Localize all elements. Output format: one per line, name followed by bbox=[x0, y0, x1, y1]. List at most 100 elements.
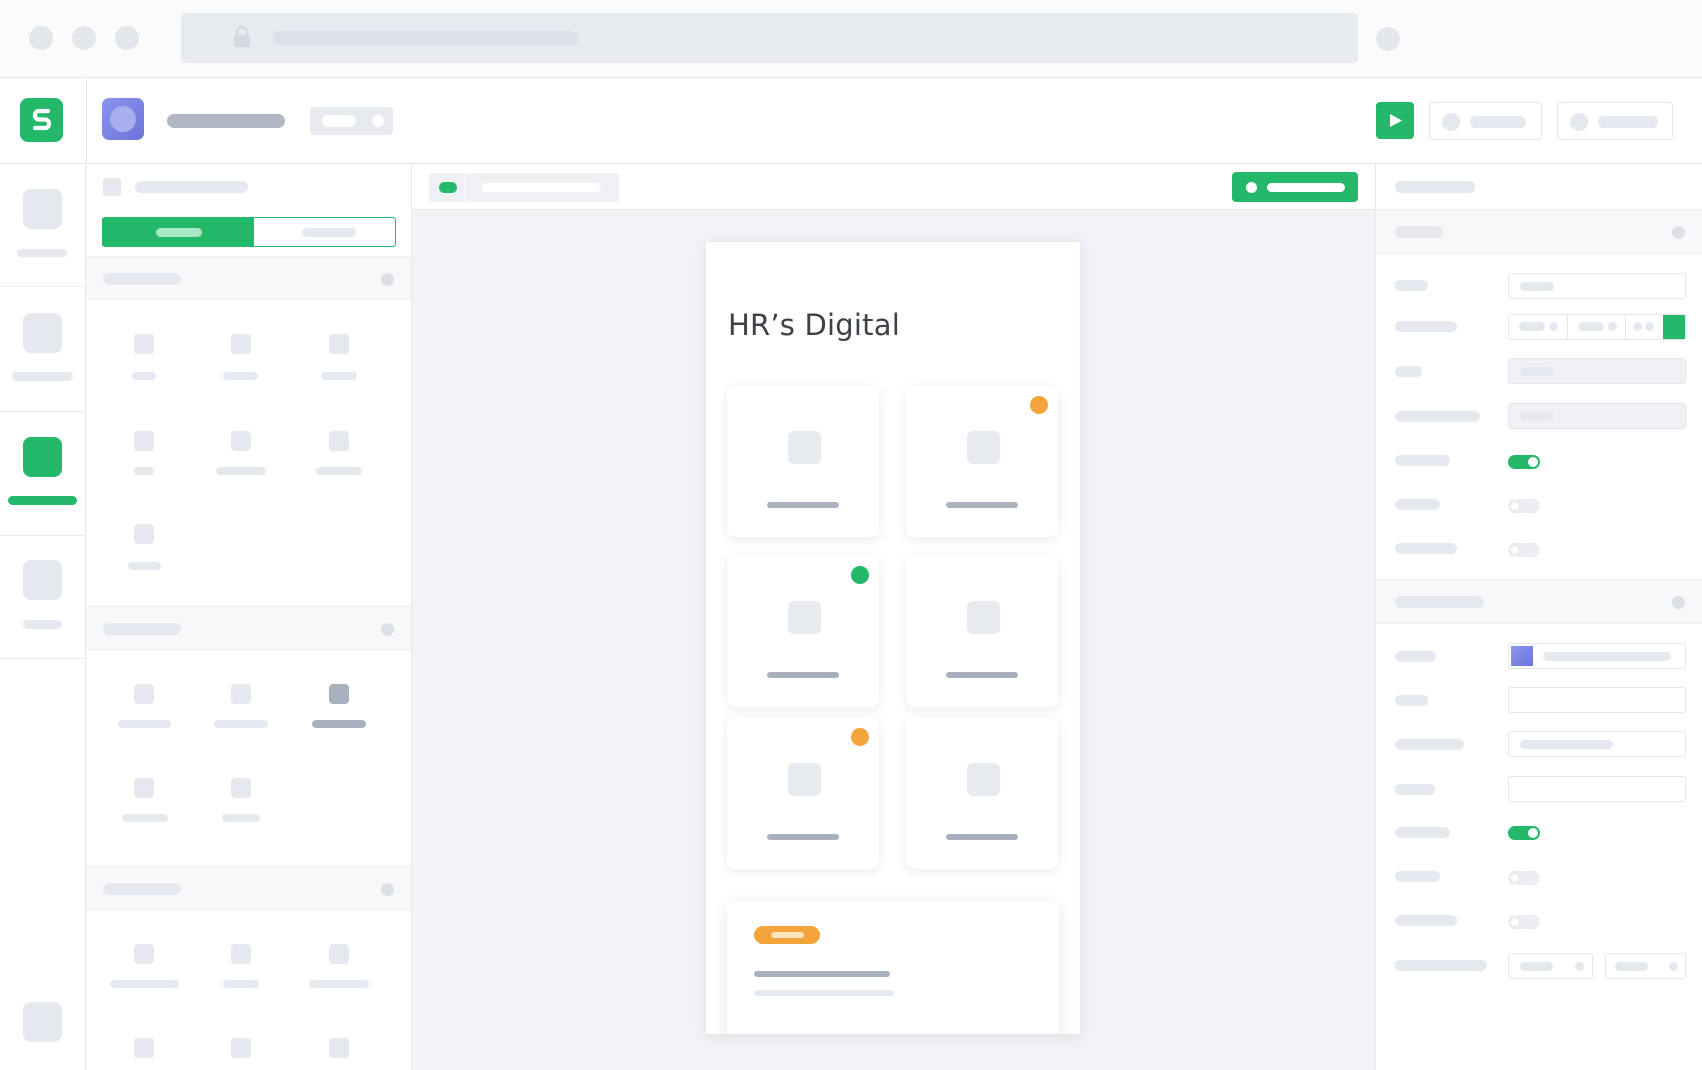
share-button[interactable] bbox=[1429, 102, 1542, 140]
tab-layouts[interactable] bbox=[254, 218, 395, 246]
workspace-avatar[interactable] bbox=[102, 98, 144, 140]
play-button[interactable] bbox=[1376, 102, 1414, 139]
dropdown-select-2[interactable] bbox=[1605, 953, 1686, 979]
rail-item-data-label bbox=[17, 249, 67, 257]
rail-item-components-icon[interactable] bbox=[23, 437, 62, 477]
color-picker-field[interactable] bbox=[1508, 643, 1686, 669]
component-tile-icon[interactable] bbox=[134, 431, 154, 451]
tile-card[interactable] bbox=[906, 386, 1058, 537]
section-info-icon bbox=[381, 883, 394, 896]
setting-toggle-3[interactable] bbox=[1508, 543, 1540, 557]
rail-item-help-icon[interactable] bbox=[23, 1002, 62, 1042]
component-tile-icon[interactable] bbox=[231, 1038, 251, 1058]
properties-title bbox=[1395, 181, 1475, 193]
component-tile-icon[interactable] bbox=[231, 778, 251, 798]
component-tile-icon[interactable] bbox=[231, 334, 251, 354]
mobile-preview-frame: HR’s Digital bbox=[706, 242, 1080, 1034]
stacker-logo-icon[interactable] bbox=[20, 98, 63, 142]
address-bar[interactable] bbox=[181, 13, 1358, 63]
page-status-indicator bbox=[439, 182, 457, 193]
tile-card[interactable] bbox=[906, 556, 1058, 707]
component-tile-icon[interactable] bbox=[231, 944, 251, 964]
component-tile-icon[interactable] bbox=[134, 1038, 154, 1058]
tile-card[interactable] bbox=[727, 718, 879, 869]
browser-chrome bbox=[0, 0, 1702, 78]
component-tile-icon[interactable] bbox=[329, 944, 349, 964]
section-info-icon bbox=[381, 623, 394, 636]
lock-icon bbox=[233, 25, 251, 48]
browser-extension-icon[interactable] bbox=[1376, 27, 1400, 51]
text-input-empty[interactable] bbox=[1508, 776, 1686, 802]
setting-toggle-1[interactable] bbox=[1508, 455, 1540, 469]
component-tile-icon[interactable] bbox=[329, 334, 349, 354]
layout-option-3[interactable] bbox=[1626, 315, 1685, 339]
publish-button[interactable] bbox=[1232, 172, 1358, 202]
component-tile-icon[interactable] bbox=[134, 684, 154, 704]
notification-badge bbox=[851, 566, 869, 584]
component-tile-icon[interactable] bbox=[231, 684, 251, 704]
text-input[interactable] bbox=[1508, 731, 1686, 757]
tile-icon bbox=[788, 601, 821, 634]
notification-badge bbox=[851, 728, 869, 746]
component-tile-icon[interactable] bbox=[134, 944, 154, 964]
panel-tab-switch bbox=[102, 217, 396, 247]
section-info-icon bbox=[1672, 596, 1685, 609]
section-info-icon bbox=[381, 273, 394, 286]
window-maximize-button[interactable] bbox=[115, 26, 139, 50]
canvas-toolbar bbox=[412, 164, 1375, 210]
rail-item-users-label bbox=[23, 620, 62, 629]
url-text bbox=[273, 31, 579, 46]
component-tile-icon[interactable] bbox=[231, 431, 251, 451]
screen-title: HR’s Digital bbox=[728, 308, 900, 342]
component-tile-icon-hovered[interactable] bbox=[329, 684, 349, 704]
tile-card[interactable] bbox=[727, 386, 879, 537]
section-header-general[interactable] bbox=[1376, 209, 1702, 254]
section-header-appearance[interactable] bbox=[1376, 579, 1702, 624]
filter-field[interactable] bbox=[1508, 403, 1686, 429]
tile-icon bbox=[788, 763, 821, 796]
section-info-icon bbox=[1672, 226, 1685, 239]
setting-toggle-4[interactable] bbox=[1508, 826, 1540, 840]
component-tile-icon[interactable] bbox=[134, 524, 154, 544]
settings-button[interactable] bbox=[1557, 102, 1673, 140]
play-icon bbox=[1390, 114, 1402, 127]
section-header-advanced[interactable] bbox=[86, 606, 411, 650]
tile-card[interactable] bbox=[727, 556, 879, 707]
setting-toggle-5[interactable] bbox=[1508, 871, 1540, 885]
rail-item-pages-label bbox=[12, 372, 73, 381]
layout-option-1[interactable] bbox=[1509, 315, 1568, 339]
component-grid-basic bbox=[86, 300, 411, 572]
components-panel bbox=[86, 164, 412, 1070]
announcement-tag bbox=[754, 926, 820, 944]
layout-option-2[interactable] bbox=[1568, 315, 1626, 339]
setting-toggle-6[interactable] bbox=[1508, 915, 1540, 929]
announcement-card[interactable] bbox=[727, 901, 1059, 1034]
tile-card[interactable] bbox=[906, 718, 1058, 869]
tile-icon bbox=[967, 601, 1000, 634]
section-header-basic[interactable] bbox=[86, 256, 411, 300]
source-field[interactable] bbox=[1508, 358, 1686, 384]
rail-item-users-icon[interactable] bbox=[23, 560, 62, 600]
window-close-button[interactable] bbox=[29, 26, 53, 50]
rail-item-pages-icon[interactable] bbox=[23, 313, 62, 353]
dropdown-select-1[interactable] bbox=[1508, 953, 1593, 979]
app-status-toggle[interactable] bbox=[310, 107, 393, 135]
text-input-empty[interactable] bbox=[1508, 687, 1686, 713]
app-name bbox=[167, 114, 285, 128]
component-grid-advanced bbox=[86, 650, 411, 830]
section-header-layout[interactable] bbox=[86, 866, 411, 910]
color-swatch bbox=[1511, 646, 1533, 666]
component-tile-icon[interactable] bbox=[329, 1038, 349, 1058]
panel-collapse-icon[interactable] bbox=[103, 178, 121, 196]
rail-item-components-label bbox=[8, 496, 77, 505]
tab-components[interactable] bbox=[103, 218, 254, 246]
component-tile-icon[interactable] bbox=[134, 778, 154, 798]
component-tile-icon[interactable] bbox=[134, 334, 154, 354]
rail-item-data-icon[interactable] bbox=[23, 189, 62, 229]
setting-toggle-2[interactable] bbox=[1508, 499, 1540, 513]
tile-icon bbox=[967, 431, 1000, 464]
page-selector[interactable] bbox=[429, 173, 619, 202]
component-tile-icon[interactable] bbox=[329, 431, 349, 451]
title-input[interactable] bbox=[1508, 273, 1686, 299]
window-minimize-button[interactable] bbox=[72, 26, 96, 50]
